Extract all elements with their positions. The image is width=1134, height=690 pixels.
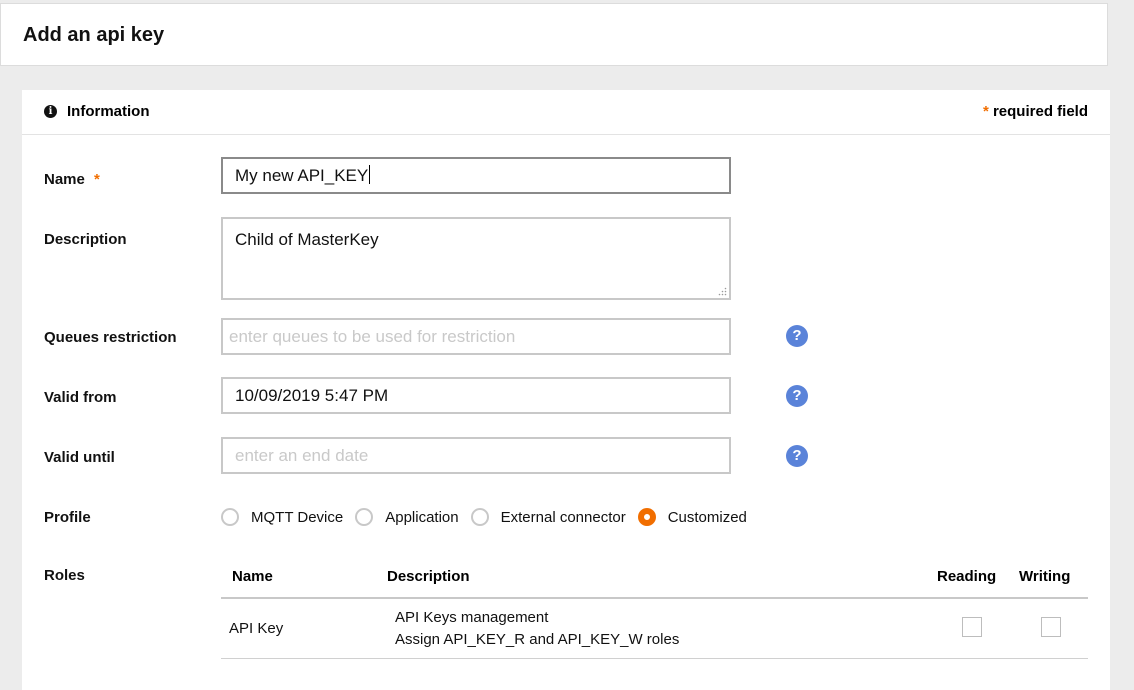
column-header-description[interactable]: Description xyxy=(387,568,470,585)
roles-label: Roles xyxy=(44,567,85,584)
page-header: Add an api key xyxy=(0,3,1108,66)
radio-label: External connector xyxy=(500,508,626,526)
radio-label: MQTT Device xyxy=(251,508,344,526)
radio-button-checked[interactable] xyxy=(637,508,656,526)
radio-label: Application xyxy=(385,508,459,526)
profile-option-application[interactable]: Application xyxy=(355,508,459,526)
valid-until-placeholder: enter an end date xyxy=(235,446,369,465)
required-star: * xyxy=(982,103,989,120)
profile-option-customized[interactable]: Customized xyxy=(637,508,747,526)
profile-label: Profile xyxy=(44,509,91,526)
role-name: API Key xyxy=(229,620,284,637)
name-label: Name * xyxy=(44,171,100,188)
queues-restriction-placeholder: enter queues to be used for restriction xyxy=(229,327,516,346)
required-field-text: required field xyxy=(992,103,1088,120)
radio-label: Customized xyxy=(667,508,747,526)
queues-help-icon[interactable]: ? xyxy=(786,325,808,347)
resize-grip-icon[interactable] xyxy=(718,287,727,296)
profile-option-external-connector[interactable]: External connector xyxy=(470,508,626,526)
valid-until-label: Valid until xyxy=(44,449,115,466)
radio-button[interactable] xyxy=(470,508,489,526)
text-caret xyxy=(369,165,371,184)
valid-until-input[interactable]: enter an end date xyxy=(221,437,731,474)
name-input-value: My new API_KEY xyxy=(235,166,369,185)
column-header-reading[interactable]: Reading xyxy=(937,568,996,585)
queues-restriction-label: Queues restriction xyxy=(44,329,177,346)
valid-until-help-icon[interactable]: ? xyxy=(786,445,808,467)
profile-option-mqtt-device[interactable]: MQTT Device xyxy=(221,508,343,526)
valid-from-help-icon[interactable]: ? xyxy=(786,385,808,407)
profile-radio-group: MQTT Device Application External connect… xyxy=(221,506,759,528)
card-title: Information xyxy=(67,103,150,120)
description-textarea[interactable]: Child of MasterKey xyxy=(221,217,731,300)
description-value: Child of MasterKey xyxy=(235,230,379,249)
role-description-line1: API Keys management xyxy=(395,609,549,626)
writing-checkbox[interactable] xyxy=(1041,617,1061,637)
radio-button[interactable] xyxy=(355,508,374,526)
column-header-name[interactable]: Name xyxy=(232,568,273,585)
valid-from-value: 10/09/2019 5:47 PM xyxy=(235,386,389,405)
info-icon: i xyxy=(44,105,57,118)
name-input[interactable]: My new API_KEY xyxy=(221,157,731,194)
valid-from-input[interactable]: 10/09/2019 5:47 PM xyxy=(221,377,731,414)
row-divider xyxy=(221,658,1088,659)
header-divider xyxy=(221,597,1088,599)
name-required-star: * xyxy=(94,171,100,188)
name-label-text: Name xyxy=(44,171,85,188)
reading-checkbox[interactable] xyxy=(962,617,982,637)
valid-from-label: Valid from xyxy=(44,389,117,406)
required-field-note: * required field xyxy=(983,103,1088,120)
radio-button[interactable] xyxy=(221,508,239,526)
description-label: Description xyxy=(44,231,127,248)
role-description-line2: Assign API_KEY_R and API_KEY_W roles xyxy=(395,631,680,648)
page-title: Add an api key xyxy=(23,24,165,46)
queues-restriction-input[interactable]: enter queues to be used for restriction xyxy=(221,318,731,355)
card-header: i Information * required field xyxy=(22,90,1110,135)
column-header-writing[interactable]: Writing xyxy=(1019,568,1070,585)
information-card: i Information * required field Name * My… xyxy=(22,90,1110,690)
